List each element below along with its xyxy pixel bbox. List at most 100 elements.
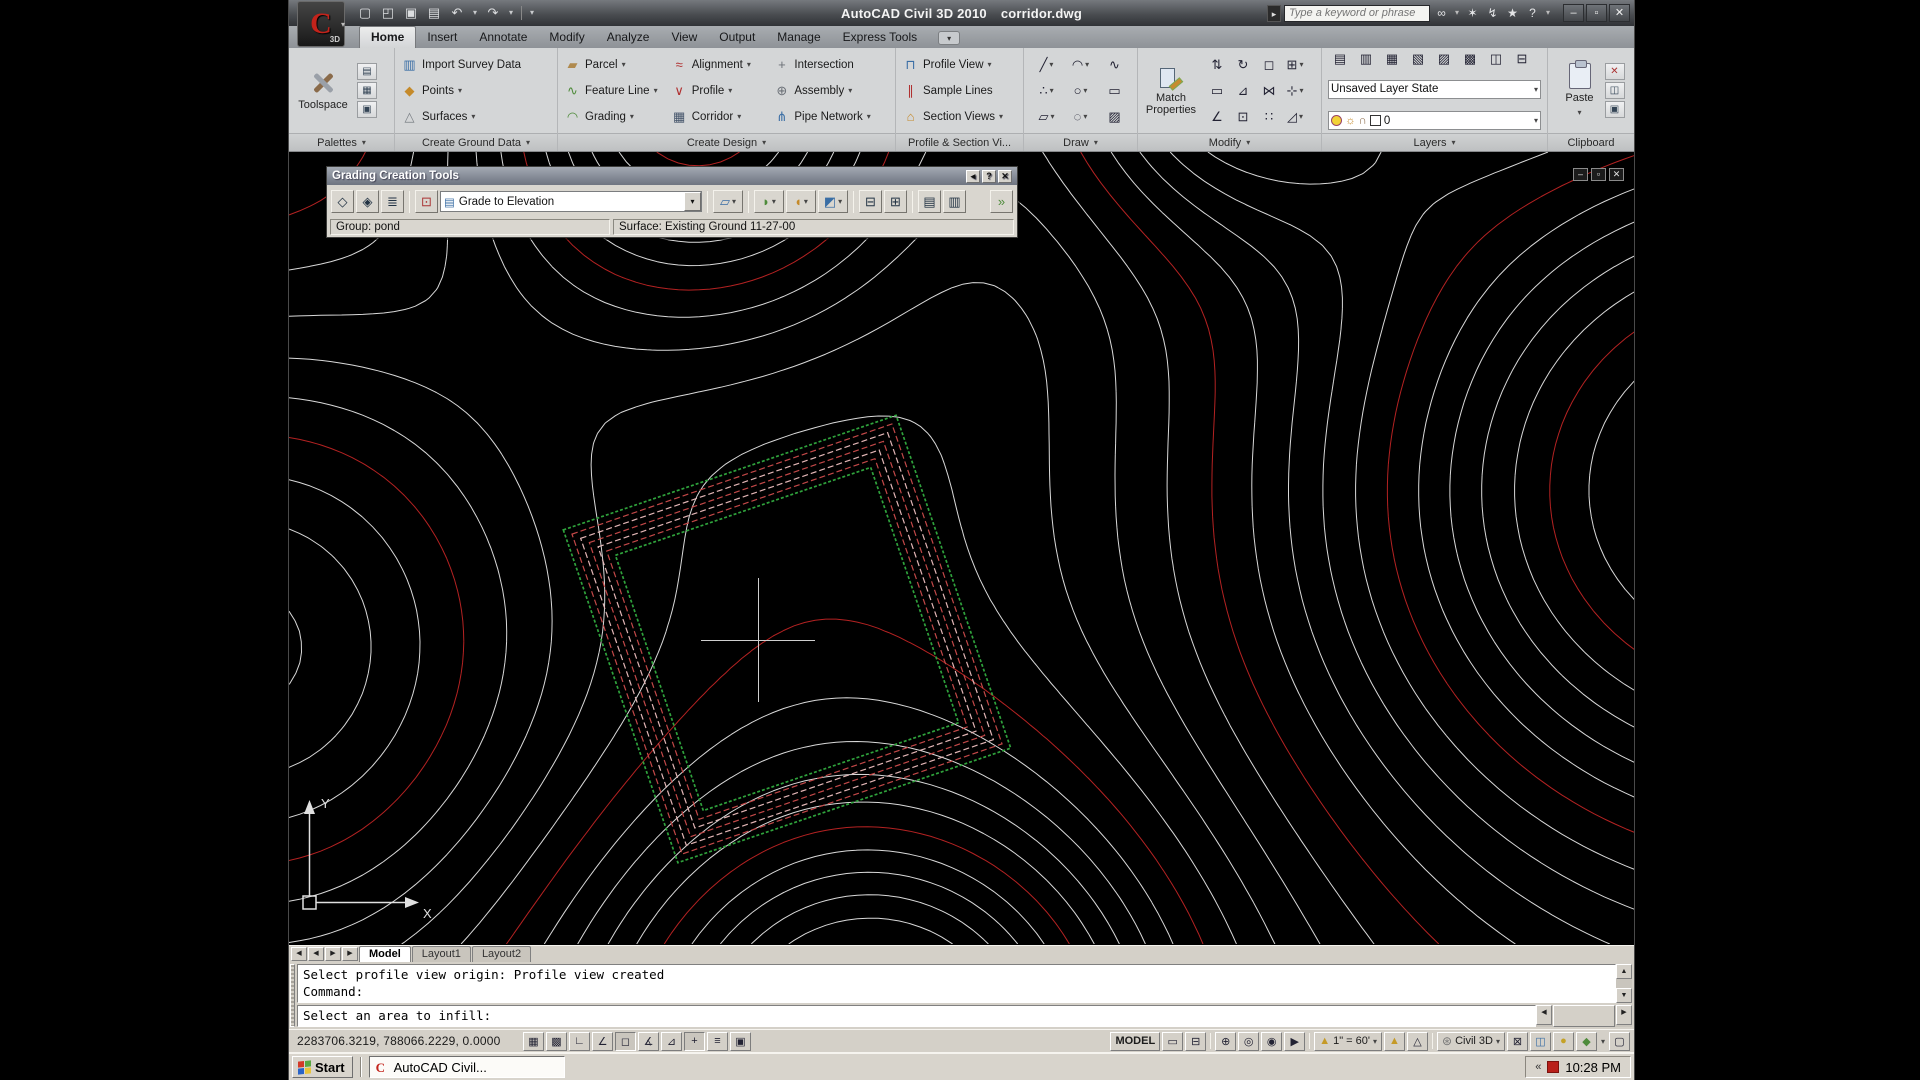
modify-copy-button[interactable]: ⊞▾ <box>1282 52 1308 78</box>
layer-previous-button[interactable]: ▧ <box>1406 51 1430 67</box>
qat-customize-dropdown[interactable]: ▾ <box>527 4 537 22</box>
search-icon[interactable]: ∞ <box>1433 4 1450 22</box>
close-button[interactable]: ✕ <box>1609 4 1630 22</box>
edit-criteria-button[interactable]: ▱▾ <box>713 190 743 213</box>
status-tray-dropdown[interactable]: ▾ <box>1601 1037 1605 1046</box>
tab-home[interactable]: Home <box>359 26 416 48</box>
points-button[interactable]: ◆Points▾ <box>398 79 524 102</box>
assembly-button[interactable]: ⊕Assembly▾ <box>770 79 892 102</box>
profile-view-button[interactable]: ⊓Profile View▾ <box>899 53 1006 76</box>
layer-off-button[interactable]: ⊟ <box>1510 51 1534 67</box>
draw-rectangle-button[interactable]: ▭ <box>1098 78 1132 104</box>
undo-dropdown[interactable]: ▾ <box>470 4 480 22</box>
annotation-visibility-button[interactable]: ▲ <box>1384 1032 1405 1051</box>
modify-mirror-button[interactable]: ⋈ <box>1256 78 1282 104</box>
create-grading-button[interactable]: ◗▾ <box>754 190 784 213</box>
set-grading-group-button[interactable]: ◇ <box>331 190 354 213</box>
new-button[interactable]: ▢ <box>355 4 375 22</box>
workspace-switcher[interactable]: ⊛ Civil 3D ▾ <box>1437 1032 1505 1051</box>
clean-screen-button[interactable]: ▢ <box>1609 1032 1630 1051</box>
surfaces-button[interactable]: △Surfaces▾ <box>398 105 524 128</box>
tab-model[interactable]: Model <box>359 946 411 962</box>
ducs-toggle[interactable]: ⊿ <box>661 1032 682 1051</box>
lineweight-toggle[interactable]: ≡ <box>707 1032 728 1051</box>
tab-annotate[interactable]: Annotate <box>468 27 538 48</box>
draw-arc-button[interactable]: ◠▾ <box>1064 52 1098 78</box>
draw-hatch-button[interactable]: ▨ <box>1098 104 1132 130</box>
scroll-up-button[interactable]: ▲ <box>1616 964 1632 979</box>
tray-autocad-icon[interactable] <box>1547 1061 1559 1073</box>
doc-close-button[interactable]: ✕ <box>1609 168 1624 181</box>
open-button[interactable]: ◰ <box>378 4 398 22</box>
set-grading-layer-button[interactable]: ≣ <box>381 190 404 213</box>
modify-scale-button[interactable]: ◻ <box>1256 52 1282 78</box>
copy-clip-button[interactable]: ◫ <box>1605 82 1625 99</box>
palette-expand-button[interactable]: » <box>990 190 1013 213</box>
modify-erase-button[interactable]: ∠ <box>1204 104 1230 130</box>
draw-circle-button[interactable]: ○▾ <box>1064 78 1098 104</box>
polar-toggle[interactable]: ∠ <box>592 1032 613 1051</box>
palette-close-button[interactable]: ✕ <box>998 170 1012 183</box>
next-tab-button[interactable]: ▶ <box>325 947 341 961</box>
tab-layout2[interactable]: Layout2 <box>472 946 531 962</box>
search-dropdown[interactable]: ▾ <box>1453 4 1461 22</box>
osnap-toggle[interactable]: ◻ <box>615 1032 636 1051</box>
prev-tab-button[interactable]: ◀ <box>308 947 324 961</box>
application-menu-button[interactable]: C 3D ▾ <box>297 1 345 47</box>
help-dropdown[interactable]: ▾ <box>1544 4 1552 22</box>
draw-spline-button[interactable]: ∿ <box>1098 52 1132 78</box>
command-input-scrollbar[interactable]: ◀ ▶ <box>1536 1005 1632 1027</box>
modify-rotate-button[interactable]: ↻ <box>1230 52 1256 78</box>
first-tab-button[interactable]: ◀ <box>291 947 307 961</box>
layer-freeze-button[interactable]: ◫ <box>1484 51 1508 67</box>
command-input[interactable]: Select an area to infill: <box>297 1005 1536 1027</box>
ribbon-minimize-button[interactable]: ▾ <box>938 31 960 45</box>
panel-label-clipboard[interactable]: Clipboard <box>1548 133 1634 151</box>
tab-analyze[interactable]: Analyze <box>596 27 661 48</box>
undo-button[interactable]: ↶ <box>447 4 467 22</box>
current-layer-combo[interactable]: ☼ ∩ 0▾ <box>1328 111 1541 130</box>
plot-button[interactable]: ▤ <box>424 4 444 22</box>
show-motion-button[interactable]: ▶ <box>1284 1032 1305 1051</box>
grid-toggle[interactable]: ▩ <box>546 1032 567 1051</box>
tray-settings-icon-1[interactable]: ◫ <box>1530 1032 1551 1051</box>
grading-elevation-editor-button[interactable]: ⊟ <box>859 190 882 213</box>
palette-help-button[interactable]: ? <box>982 170 996 183</box>
tab-output[interactable]: Output <box>708 27 766 48</box>
scrollbar-thumb[interactable] <box>1553 1005 1615 1027</box>
command-history-scrollbar[interactable]: ▲ ▼ <box>1616 964 1632 1003</box>
draw-line-button[interactable]: ╱▾ <box>1030 52 1064 78</box>
section-views-button[interactable]: ⌂Section Views▾ <box>899 105 1006 128</box>
modify-stretch-button[interactable]: ▭ <box>1204 78 1230 104</box>
tab-insert[interactable]: Insert <box>416 27 468 48</box>
layer-current-button[interactable]: ▦ <box>1380 51 1404 67</box>
panel-label-create-ground-data[interactable]: Create Ground Data▾ <box>395 133 557 151</box>
modify-fillet-button[interactable]: ⊿ <box>1230 78 1256 104</box>
layer-isolate-button[interactable]: ▨ <box>1432 51 1456 67</box>
corridor-button[interactable]: ▦Corridor▾ <box>668 105 768 128</box>
quick-properties-toggle[interactable]: ▣ <box>730 1032 751 1051</box>
profile-button[interactable]: ∨Profile▾ <box>668 79 768 102</box>
grading-properties-button[interactable]: ▥ <box>943 190 966 213</box>
auto-annotation-button[interactable]: △ <box>1407 1032 1428 1051</box>
zoom-button[interactable]: ◎ <box>1238 1032 1259 1051</box>
modify-trim-button[interactable]: ⊹▾ <box>1282 78 1308 104</box>
grading-creation-tools-palette[interactable]: Grading Creation Tools ◂ ? ✕ ◇ ◈ ≣ ⊡ ▤ <box>326 166 1018 238</box>
layer-unisolate-button[interactable]: ▩ <box>1458 51 1482 67</box>
ortho-toggle[interactable]: ∟ <box>569 1032 590 1051</box>
scroll-down-button[interactable]: ▼ <box>1616 988 1632 1003</box>
drawing-area[interactable]: – ▫ ✕ Y X Grading Creati <box>289 152 1634 945</box>
model-space-button[interactable]: MODEL <box>1110 1032 1160 1051</box>
set-target-surface-button[interactable]: ◈ <box>356 190 379 213</box>
search-go-icon[interactable]: ▸ <box>1267 5 1281 22</box>
restore-button[interactable]: ▫ <box>1586 4 1607 22</box>
palette-pin-button[interactable]: ◂ <box>966 170 980 183</box>
modify-array-button[interactable]: ∷ <box>1256 104 1282 130</box>
redo-button[interactable]: ↷ <box>483 4 503 22</box>
layer-state-combo[interactable]: Unsaved Layer State▾ <box>1328 80 1541 99</box>
modify-move-button[interactable]: ⇅ <box>1204 52 1230 78</box>
save-button[interactable]: ▣ <box>401 4 421 22</box>
panel-label-profile-section-views[interactable]: Profile & Section Vi... <box>896 133 1023 151</box>
panel-label-layers[interactable]: Layers▾ <box>1322 133 1547 151</box>
copy-create-grading-button[interactable]: ◖▾ <box>786 190 816 213</box>
